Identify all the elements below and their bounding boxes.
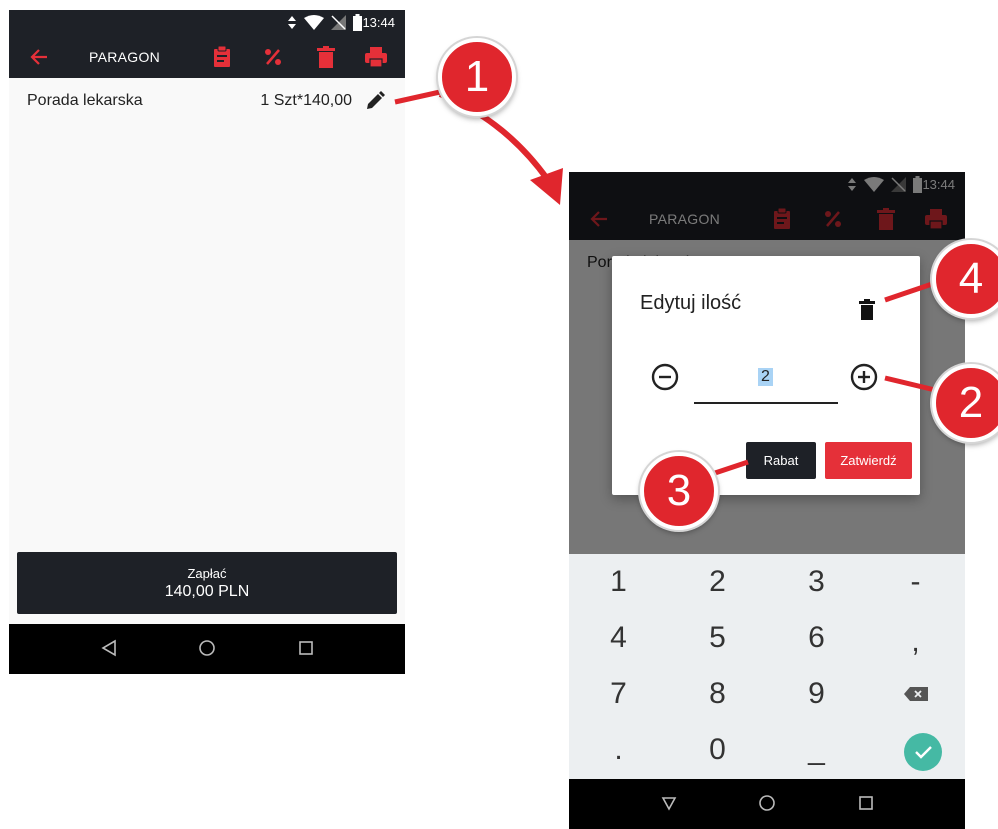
navigation-bar [9,624,405,674]
percent-icon[interactable] [262,46,284,68]
printer-icon[interactable] [365,46,387,68]
numeric-keyboard: 1 2 3 - 4 5 6 , 7 8 9 . 0 _ [569,554,965,779]
key-5[interactable]: 5 [668,610,767,666]
pay-button[interactable]: Zapłać 140,00 PLN [17,552,397,614]
done-key[interactable] [904,733,942,771]
wifi-icon [304,15,324,30]
plus-circle-icon[interactable] [849,362,879,392]
signal-icon [288,16,296,29]
backspace-icon [903,687,928,701]
key-8[interactable]: 8 [668,666,767,722]
pencil-edit-icon[interactable] [365,91,385,111]
trash-icon[interactable] [315,46,337,68]
key-minus[interactable]: - [866,554,965,610]
edit-quantity-screen: 13:44 PARAGON Porada lekarska 1 Szt*140,… [569,172,965,829]
battery-icon [353,14,362,31]
minus-circle-icon[interactable] [650,362,680,392]
key-0[interactable]: 0 [668,722,767,778]
receipt-screen: 13:44 PARAGON Porada lekarska 1 Szt*140,… [9,10,405,674]
arrow-1-head [530,168,563,205]
list-item[interactable]: Porada lekarska 1 Szt*140,00 [9,78,405,126]
key-dot[interactable]: . [569,722,668,778]
key-2[interactable]: 2 [668,554,767,610]
back-triangle-icon[interactable] [661,794,677,812]
quantity-field[interactable]: 2 [694,356,838,404]
quantity-value[interactable]: 2 [758,368,773,386]
app-bar: PARAGON [9,35,405,78]
status-bar: 13:44 [9,10,405,35]
key-6[interactable]: 6 [767,610,866,666]
pay-amount: 140,00 PLN [164,583,250,600]
item-name: Porada lekarska [27,92,143,109]
trash-icon[interactable] [854,296,880,322]
key-underscore[interactable]: _ [767,722,866,778]
dialog-title: Edytuj ilość [640,292,742,314]
check-icon [915,746,932,759]
key-3[interactable]: 3 [767,554,866,610]
confirm-button[interactable]: Zatwierdź [825,442,912,479]
clipboard-icon[interactable] [211,46,233,68]
recents-square-icon[interactable] [858,794,874,812]
back-triangle-icon[interactable] [101,639,117,657]
app-title: PARAGON [89,49,161,65]
key-9[interactable]: 9 [767,666,866,722]
key-comma[interactable]: , [866,614,965,670]
recents-square-icon[interactable] [298,639,314,657]
key-7[interactable]: 7 [569,666,668,722]
home-circle-icon[interactable] [758,794,776,812]
key-4[interactable]: 4 [569,610,668,666]
no-sim-icon [331,15,346,30]
key-1[interactable]: 1 [569,554,668,610]
back-arrow-icon[interactable] [29,47,49,67]
callout-badge-1: 1 [438,38,516,116]
home-circle-icon[interactable] [198,639,216,657]
backspace-key[interactable] [866,666,965,722]
discount-button[interactable]: Rabat [746,442,816,479]
navigation-bar [569,779,965,829]
callout-badge-3: 3 [640,452,718,530]
item-quantity: 1 Szt*140,00 [260,92,352,109]
status-time: 13:44 [362,15,395,30]
pay-label: Zapłać [187,566,227,581]
